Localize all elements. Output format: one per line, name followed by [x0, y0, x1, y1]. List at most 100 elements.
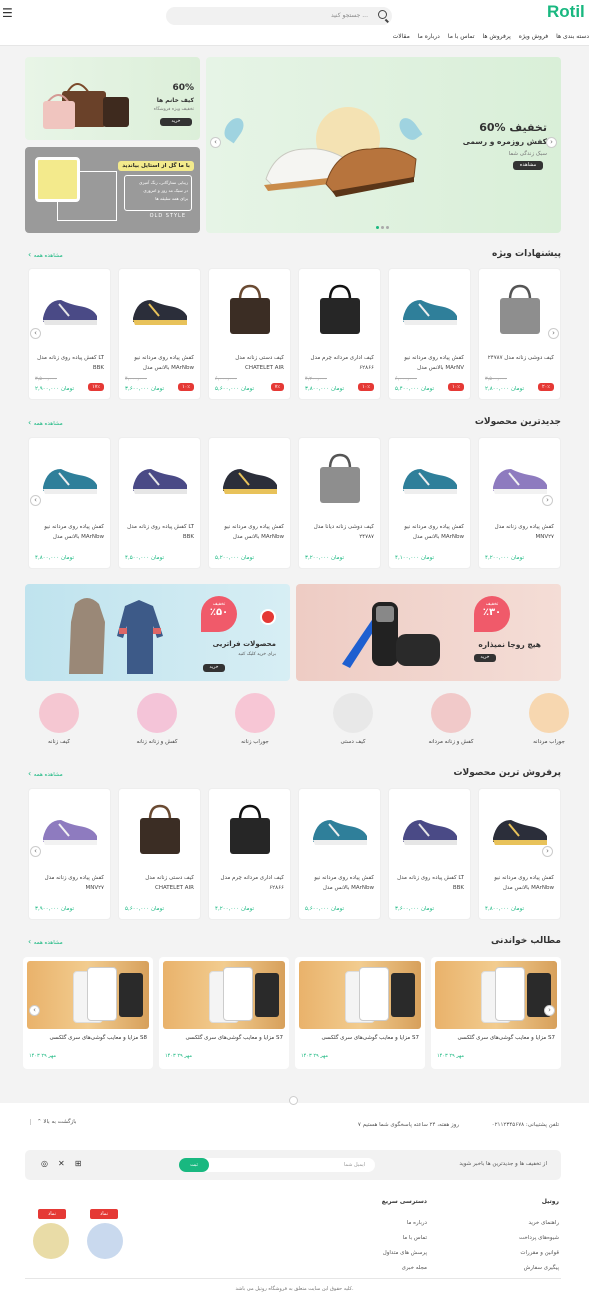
promo-banner-clothes[interactable]: تخفیف ٪۵۰ محصولات فراتریی برای خرید کلیک…	[25, 584, 290, 681]
category-label[interactable]: کیف دستی	[317, 739, 389, 745]
product-name[interactable]: کیف دوشی زنانه مدل ۲۴۷۸۷	[485, 353, 554, 373]
search-icon[interactable]	[378, 10, 387, 19]
product-card[interactable]: کفش پیاده روی مردانه نیو بالانس مدل MArN…	[388, 437, 471, 569]
footer-link[interactable]: تماس با ما	[383, 1231, 427, 1246]
slider-prev-button[interactable]: ‹	[210, 137, 221, 148]
product-name[interactable]: کفش پیاده روی مردانه نیو بالانس مدل MArN…	[395, 353, 464, 373]
category-item[interactable]: کفش و زنانه مردانه	[415, 693, 487, 745]
product-card[interactable]: کفش پیاده روی مردانه نیو بالانس مدل MArN…	[118, 268, 201, 400]
scroll-dot[interactable]	[289, 1096, 298, 1105]
blog-image[interactable]	[27, 961, 149, 1029]
product-card[interactable]: کیف دوشی زنانه دیانا مدل ۲۴۷۸۷ ۳,۲۰۰,۰۰۰…	[298, 437, 381, 569]
subscribe-button[interactable]: ثبت	[179, 1158, 209, 1172]
footer-link[interactable]: پیگیری سفارش	[519, 1261, 559, 1276]
section-more-link[interactable]: مشاهده همه	[28, 250, 63, 259]
instagram-icon[interactable]: ◎	[41, 1159, 48, 1168]
category-item[interactable]: جوراب مردانه	[513, 693, 585, 745]
hero-bags-banner[interactable]: 60% کیف خانم ها تخفیف ویژه فروشگاه خرید	[25, 57, 200, 140]
product-image[interactable]	[37, 279, 103, 341]
row-prev-button[interactable]: ‹	[29, 1005, 40, 1016]
promo-right-button[interactable]: خرید	[203, 664, 225, 672]
trust-badge[interactable]: نماد	[84, 1209, 126, 1261]
blog-card[interactable]: مزایا و معایب گوشی‌های سری گلکسی S8 ۱۴۰۳…	[23, 957, 153, 1069]
product-name[interactable]: کفش پیاده روی مردانه نیو بالانس مدل MArN…	[125, 353, 194, 373]
product-image[interactable]	[127, 279, 193, 341]
product-image[interactable]	[397, 279, 463, 341]
category-image[interactable]	[529, 693, 569, 733]
promo-banner-shaver[interactable]: تخفیف ٪۳۰ هیچ روجا نمیذاره خرید	[296, 584, 561, 681]
category-item[interactable]: کفش و زنانه زنانه	[121, 693, 193, 745]
product-name[interactable]: کفش پیاده روی مردانه نیو بالانس مدل MArN…	[395, 522, 464, 542]
trust-badge[interactable]: نماد	[30, 1209, 72, 1261]
category-label[interactable]: کفش و زنانه مردانه	[415, 739, 487, 745]
product-image[interactable]	[397, 799, 463, 861]
category-label[interactable]: کفش و زنانه زنانه	[121, 739, 193, 745]
section-more-link[interactable]: مشاهده همه	[28, 769, 63, 778]
category-item[interactable]: کیف زنانه	[23, 693, 95, 745]
blog-image[interactable]	[435, 961, 557, 1029]
logo[interactable]: Rotil	[547, 2, 589, 22]
product-name[interactable]: کیف دستی زنانه مدل CHATELET AIR	[125, 873, 194, 893]
row-prev-button[interactable]: ‹	[30, 328, 41, 339]
nav-item[interactable]: فروش ویژه	[519, 33, 548, 40]
hero-slider[interactable]: 60% تخفیف کفش روزمره و رسمی سبک زندگی شم…	[206, 57, 561, 233]
blog-title[interactable]: مزایا و معایب گوشی‌های سری گلکسی S7	[165, 1035, 283, 1041]
bags-cta-button[interactable]: خرید	[160, 118, 192, 126]
nav-item[interactable]: دسته بندی ها	[556, 33, 589, 40]
category-item[interactable]: جوراب زنانه	[219, 693, 291, 745]
category-image[interactable]	[39, 693, 79, 733]
search-input[interactable]: جستجو کنید ...	[166, 7, 392, 25]
product-name[interactable]: کفش پیاده روی زنانه مدل MNV۲۷	[35, 873, 104, 893]
blog-card[interactable]: مزایا و معایب گوشی‌های سری گلکسی S7 ۱۴۰۳…	[159, 957, 289, 1069]
product-card[interactable]: کفش پیاده روی مردانه نیو بالانس مدل MArN…	[298, 788, 381, 920]
category-label[interactable]: جوراب زنانه	[219, 739, 291, 745]
product-image[interactable]	[217, 799, 283, 861]
row-next-button[interactable]: ›	[542, 495, 553, 506]
product-image[interactable]	[127, 448, 193, 510]
footer-link[interactable]: پرسش های متداول	[383, 1246, 427, 1261]
product-name[interactable]: کیف اداری مردانه چرم مدل ۶۲۸۶۶	[305, 353, 374, 373]
row-prev-button[interactable]: ‹	[30, 495, 41, 506]
blog-title[interactable]: مزایا و معایب گوشی‌های سری گلکسی S7	[437, 1035, 555, 1041]
product-name[interactable]: کفش پیاده روی مردانه نیو بالانس مدل MArN…	[215, 522, 284, 542]
product-image[interactable]	[37, 448, 103, 510]
product-image[interactable]	[307, 799, 373, 861]
product-name[interactable]: کفش پیاده روی زنانه مدل LT BBK	[35, 353, 104, 373]
blog-card[interactable]: مزایا و معایب گوشی‌های سری گلکسی S7 ۱۴۰۳…	[295, 957, 425, 1069]
slider-next-button[interactable]: ›	[546, 137, 557, 148]
row-next-button[interactable]: ›	[542, 846, 553, 857]
slider-dots[interactable]	[376, 226, 389, 229]
product-name[interactable]: کیف دوشی زنانه دیانا مدل ۲۴۷۸۷	[305, 522, 374, 542]
product-image[interactable]	[37, 799, 103, 861]
category-label[interactable]: جوراب مردانه	[513, 739, 585, 745]
product-image[interactable]	[397, 448, 463, 510]
product-image[interactable]	[127, 799, 193, 861]
product-card[interactable]: کفش پیاده روی زنانه مدل MNV۲۷ ۳,۹۰۰,۰۰۰ …	[28, 788, 111, 920]
footer-link[interactable]: راهنمای خرید	[519, 1216, 559, 1231]
blog-title[interactable]: مزایا و معایب گوشی‌های سری گلکسی S8	[29, 1035, 147, 1041]
product-image[interactable]	[307, 448, 373, 510]
footer-link[interactable]: شیوه‌های پرداخت	[519, 1231, 559, 1246]
category-image[interactable]	[235, 693, 275, 733]
category-label[interactable]: کیف زنانه	[23, 739, 95, 745]
product-name[interactable]: کفش پیاده روی مردانه نیو بالانس مدل MArN…	[485, 873, 554, 893]
product-card[interactable]: کفش پیاده روی مردانه نیو بالانس مدل MArN…	[208, 437, 291, 569]
product-card[interactable]: کفش پیاده روی زنانه مدل LT BBK ۴,۵۰۰,۰۰۰…	[118, 437, 201, 569]
product-name[interactable]: کفش پیاده روی زنانه مدل LT BBK	[395, 873, 464, 893]
hero-cta-button[interactable]: مشاهده	[513, 161, 543, 170]
blog-title[interactable]: مزایا و معایب گوشی‌های سری گلکسی S7	[301, 1035, 419, 1041]
category-image[interactable]	[431, 693, 471, 733]
x-twitter-icon[interactable]: ✕	[58, 1159, 65, 1168]
nav-item[interactable]: درباره ما	[418, 33, 440, 40]
blog-image[interactable]	[163, 961, 285, 1029]
footer-link[interactable]: مجله خبری	[383, 1261, 427, 1276]
product-card[interactable]: کفش پیاده روی مردانه نیو بالانس مدل MArN…	[388, 268, 471, 400]
nav-item[interactable]: تماس با ما	[448, 33, 475, 40]
product-card[interactable]: کیف اداری مردانه چرم مدل ۶۲۸۶۶ ۴,۲۰۰,۰۰۰…	[298, 268, 381, 400]
product-card[interactable]: کیف دستی زنانه مدل CHATELET AIR ۵,۶۰۰,۰۰…	[118, 788, 201, 920]
row-prev-button[interactable]: ‹	[30, 846, 41, 857]
promo-left-button[interactable]: خرید	[474, 654, 496, 662]
product-image[interactable]	[487, 279, 553, 341]
nav-item[interactable]: پرفروش ها	[483, 33, 511, 40]
product-name[interactable]: کفش پیاده روی زنانه مدل MNV۲۷	[485, 522, 554, 542]
